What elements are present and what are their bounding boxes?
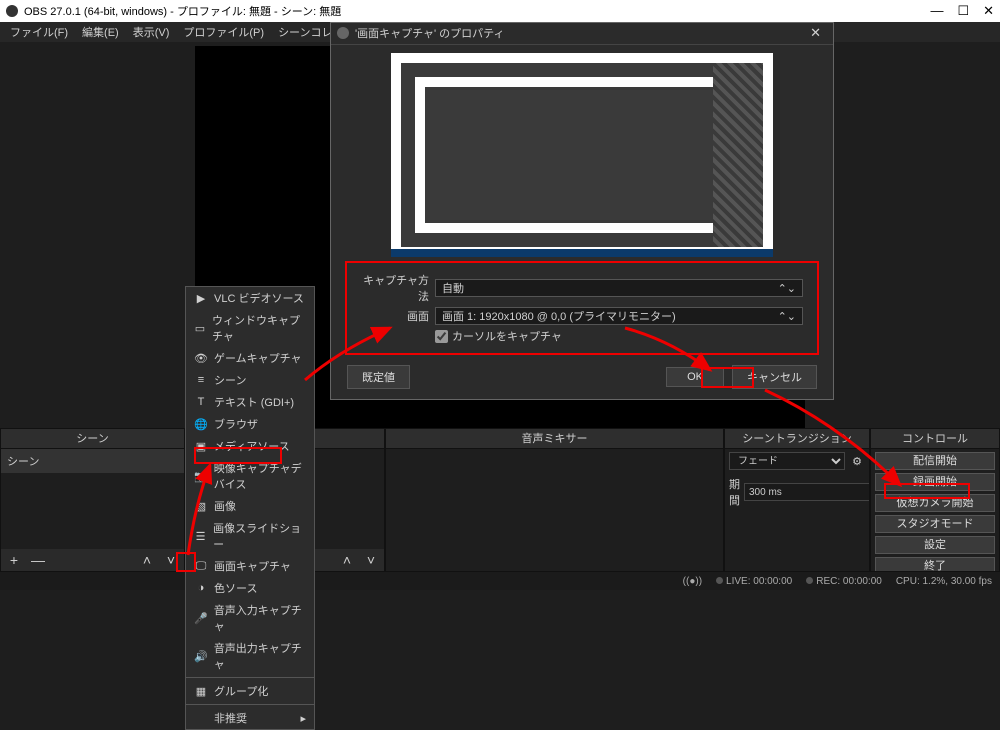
scenes-toolbar: + — ˄ ˅ — [1, 549, 184, 571]
window-title: OBS 27.0.1 (64-bit, windows) - プロファイル: 無… — [24, 3, 930, 19]
capture-method-label: キャプチャ方法 — [361, 272, 429, 304]
add-source-context-menu: ▶ VLC ビデオソース ▭ ウィンドウキャプチャ 👁 ゲームキャプチャ ≡ シーン T テキスト… — [185, 286, 315, 730]
scene-add-button[interactable]: + — [5, 552, 23, 568]
capture-method-select[interactable]: 自動⌃⌄ — [435, 279, 803, 297]
menu-file[interactable]: ファイル(F) — [4, 22, 74, 42]
scenes-header: シーン — [1, 429, 184, 449]
transition-settings-icon[interactable]: ⚙ — [849, 455, 865, 468]
window-minimize[interactable]: — — [930, 3, 943, 19]
ctx-item-icon: 🎤 — [194, 612, 208, 625]
ctx-item-label: 音声入力キャプチャ — [214, 602, 306, 634]
ctx-deprecated[interactable]: 非推奨▸ — [186, 707, 314, 729]
ctx-item-label: ウィンドウキャプチャ — [212, 312, 306, 344]
ctx-item-icon: ≡ — [194, 374, 208, 386]
ctx-item-label: シーン — [214, 372, 246, 388]
ctx-item-5[interactable]: 🌐 ブラウザ — [186, 413, 314, 435]
source-down-button[interactable]: ˅ — [362, 552, 380, 568]
ctx-item-label: 映像キャプチャデバイス — [214, 460, 306, 492]
scene-item[interactable]: シーン — [1, 449, 184, 473]
ctx-item-icon: ▭ — [194, 322, 206, 335]
ctx-item-label: 画像スライドショー — [213, 520, 306, 552]
ctx-item-6[interactable]: ▣ メディアソース — [186, 435, 314, 457]
scene-up-button[interactable]: ˄ — [138, 552, 156, 568]
display-capture-properties-dialog: '画面キャプチャ' のプロパティ ✕ キャプチャ方法 自動⌃⌄ 画面 画面 1:… — [330, 22, 834, 400]
ctx-item-icon: 📷 — [194, 470, 208, 483]
ctx-item-icon: 🌐 — [194, 418, 208, 431]
ctx-item-11[interactable]: ◑ 色ソース — [186, 577, 314, 599]
controls-header: コントロール — [871, 429, 999, 449]
transition-duration-label: 期間 — [729, 476, 740, 508]
menu-profile[interactable]: プロファイル(P) — [177, 22, 270, 42]
scene-remove-button[interactable]: — — [29, 552, 47, 568]
ctx-item-label: 画面キャプチャ — [214, 558, 291, 574]
window-maximize[interactable]: ☐ — [957, 3, 969, 19]
ctx-item-10[interactable]: 🖵 画面キャプチャ — [186, 555, 314, 577]
ctx-item-0[interactable]: ▶ VLC ビデオソース — [186, 287, 314, 309]
ctx-item-icon: ▶ — [194, 292, 208, 305]
ctx-item-2[interactable]: 👁 ゲームキャプチャ — [186, 347, 314, 369]
cpu-status: CPU: 1.2%, 30.00 fps — [896, 576, 992, 587]
ctx-item-9[interactable]: ☰ 画像スライドショー — [186, 517, 314, 555]
start-streaming-button[interactable]: 配信開始 — [875, 452, 995, 470]
ctx-item-7[interactable]: 📷 映像キャプチャデバイス — [186, 457, 314, 495]
dialog-close-button[interactable]: ✕ — [804, 25, 827, 41]
transition-type-select[interactable]: フェード — [729, 452, 845, 470]
dialog-icon — [337, 27, 349, 39]
scene-down-button[interactable]: ˅ — [162, 552, 180, 568]
ctx-item-icon: 👁 — [194, 352, 208, 365]
live-status: LIVE: 00:00:00 — [726, 576, 792, 587]
ok-button[interactable]: OK — [666, 367, 724, 387]
ctx-item-icon: ▣ — [194, 440, 208, 453]
transitions-header: シーントランジション — [725, 429, 869, 449]
ctx-item-13[interactable]: 🔊 音声出力キャプチャ — [186, 637, 314, 675]
screen-label: 画面 — [361, 308, 429, 324]
ctx-group[interactable]: ▦グループ化 — [186, 680, 314, 702]
ctx-item-label: VLC ビデオソース — [214, 290, 304, 306]
capture-cursor-checkbox[interactable]: カーソルをキャプチャ — [435, 328, 562, 344]
ctx-item-icon: T — [194, 396, 208, 408]
ctx-item-label: 画像 — [214, 498, 236, 514]
dialog-title: '画面キャプチャ' のプロパティ — [355, 25, 804, 41]
transition-duration-input[interactable] — [744, 483, 869, 501]
ctx-item-icon: 🖵 — [194, 560, 208, 573]
ctx-item-icon: ▧ — [194, 500, 208, 513]
screen-select[interactable]: 画面 1: 1920x1080 @ 0,0 (プライマリモニター)⌃⌄ — [435, 307, 803, 325]
ctx-item-8[interactable]: ▧ 画像 — [186, 495, 314, 517]
rec-status: REC: 00:00:00 — [816, 576, 882, 587]
studio-mode-button[interactable]: スタジオモード — [875, 515, 995, 533]
source-up-button[interactable]: ˄ — [338, 552, 356, 568]
menu-edit[interactable]: 編集(E) — [76, 22, 125, 42]
ctx-item-label: テキスト (GDI+) — [214, 394, 294, 410]
ctx-item-label: 色ソース — [214, 580, 257, 596]
ctx-item-label: ブラウザ — [214, 416, 258, 432]
ctx-item-icon: ☰ — [194, 530, 207, 543]
ctx-item-4[interactable]: T テキスト (GDI+) — [186, 391, 314, 413]
ctx-item-label: 音声出力キャプチャ — [214, 640, 306, 672]
menu-view[interactable]: 表示(V) — [127, 22, 176, 42]
settings-button[interactable]: 設定 — [875, 536, 995, 554]
start-virtual-cam-button[interactable]: 仮想カメラ開始 — [875, 494, 995, 512]
ctx-item-12[interactable]: 🎤 音声入力キャプチャ — [186, 599, 314, 637]
ctx-item-1[interactable]: ▭ ウィンドウキャプチャ — [186, 309, 314, 347]
cancel-button[interactable]: キャンセル — [732, 365, 817, 389]
connection-icon: ((●)) — [683, 576, 702, 587]
ctx-item-icon: ◑ — [194, 582, 208, 594]
dialog-preview — [391, 53, 773, 257]
start-recording-button[interactable]: 録画開始 — [875, 473, 995, 491]
ctx-item-3[interactable]: ≡ シーン — [186, 369, 314, 391]
ctx-item-label: ゲームキャプチャ — [214, 350, 302, 366]
ctx-item-label: メディアソース — [214, 438, 290, 454]
window-close[interactable]: ✕ — [983, 3, 994, 19]
ctx-item-icon: 🔊 — [194, 650, 208, 663]
obs-icon — [6, 5, 18, 17]
statusbar: ((●)) LIVE: 00:00:00 REC: 00:00:00 CPU: … — [0, 572, 1000, 590]
exit-button[interactable]: 終了 — [875, 557, 995, 571]
defaults-button[interactable]: 既定値 — [347, 365, 410, 389]
mixer-header: 音声ミキサー — [386, 429, 723, 449]
